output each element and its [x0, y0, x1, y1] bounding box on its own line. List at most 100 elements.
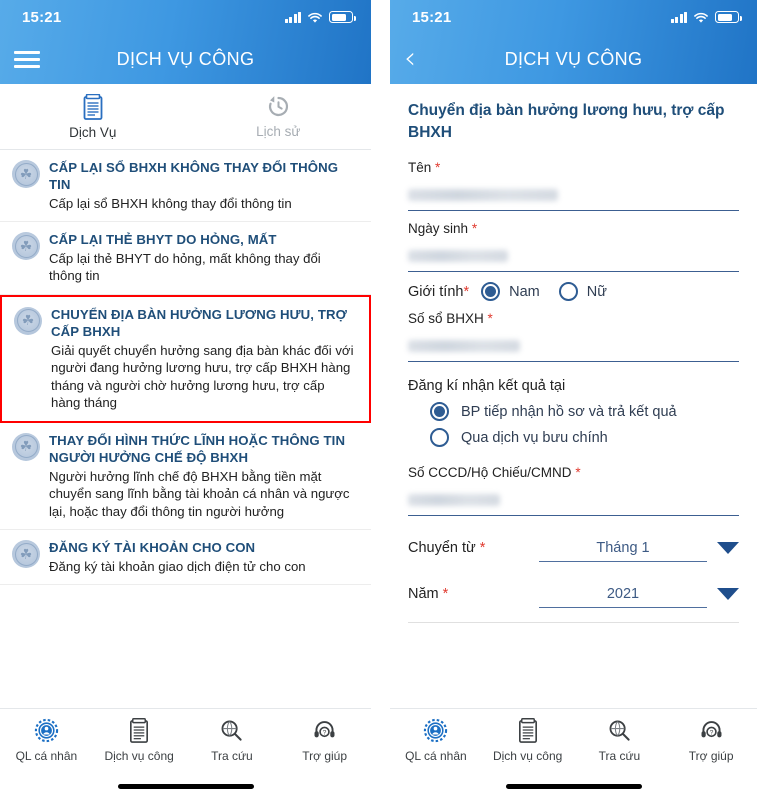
field-so-so-bhxh: Số sổ BHXH * — [408, 311, 739, 362]
field-ten-label: Tên * — [408, 160, 739, 175]
field-ten-label-text: Tên — [408, 160, 432, 175]
list-item[interactable]: ☘ CẤP LẠI THẺ BHYT DO HỎNG, MẤT Cấp lại … — [0, 222, 371, 295]
select-chuyen-tu-value: Tháng 1 — [596, 539, 650, 556]
field-so-cccd-label: Số CCCD/Hộ Chiếu/CMND * — [408, 465, 739, 480]
list-item-text: CẤP LẠI THẺ BHYT DO HỎNG, MẤT Cấp lại th… — [49, 231, 357, 285]
radio-buu-chinh[interactable] — [430, 428, 449, 447]
history-icon — [266, 94, 291, 119]
redacted-value — [408, 249, 508, 262]
personal-account-icon — [34, 718, 59, 743]
bottom-nav-ql-ca-nhan[interactable]: QL cá nhân — [390, 718, 482, 763]
gender-label: Giới tính* — [408, 284, 469, 300]
service-list: ☘ CẤP LẠI SỔ BHXH KHÔNG THAY ĐỔI THÔNG T… — [0, 150, 371, 708]
bottom-nav-tro-giup[interactable]: ? Trợ giúp — [665, 718, 757, 763]
field-so-so-bhxh-label-text: Số sổ BHXH — [408, 311, 484, 326]
bottom-nav-tra-cuu-label: Tra cứu — [211, 749, 253, 763]
bottom-nav-ql-ca-nhan-label: QL cá nhân — [405, 749, 467, 763]
status-bar-icons — [670, 11, 742, 23]
bottom-nav-dich-vu-cong-label: Dịch vụ công — [104, 749, 174, 763]
signal-icon — [670, 11, 687, 23]
radio-option-buu-chinh[interactable]: Qua dịch vụ bưu chính — [430, 428, 739, 447]
redacted-value — [408, 493, 500, 506]
bhxh-seal-icon: ☘ — [12, 540, 40, 569]
wifi-icon — [307, 11, 323, 23]
select-nam-value: 2021 — [606, 585, 640, 602]
bottom-nav-dich-vu-cong[interactable]: Dịch vụ công — [482, 718, 574, 763]
select-chuyen-tu-label-text: Chuyển từ — [408, 540, 476, 556]
list-item-desc: Cấp lại sổ BHXH không thay đổi thông tin — [49, 195, 292, 211]
list-item[interactable]: ☘ CẤP LẠI SỔ BHXH KHÔNG THAY ĐỔI THÔNG T… — [0, 150, 371, 223]
status-bar-clock: 15:21 — [22, 8, 62, 26]
lookup-search-icon — [219, 718, 244, 743]
field-ngay-sinh-label: Ngày sinh * — [408, 221, 739, 236]
bottom-nav-tro-giup[interactable]: ? Trợ giúp — [278, 718, 371, 763]
chevron-down-icon[interactable] — [717, 588, 739, 600]
list-item-highlighted[interactable]: ☘ CHUYỂN ĐỊA BÀN HƯỞNG LƯƠNG HƯU, TRỢ CẤ… — [0, 294, 371, 423]
result-delivery-label: Đăng kí nhận kết quả tại — [408, 378, 566, 394]
headset-help-icon: ? — [312, 718, 337, 743]
right-phone-screen: 15:21 ‹ DỊCH VỤ CÔNG Chuyển địa bàn hưởn… — [390, 0, 757, 800]
radio-bp-tiep-nhan[interactable] — [430, 402, 449, 421]
bottom-nav-tra-cuu[interactable]: Tra cứu — [186, 718, 279, 763]
bottom-nav-tra-cuu[interactable]: Tra cứu — [574, 718, 666, 763]
bottom-nav-right: QL cá nhân Dịch vụ công Tra cứu ? Trợ gi… — [390, 708, 757, 772]
list-item-text: CHUYỂN ĐỊA BÀN HƯỞNG LƯƠNG HƯU, TRỢ CẤP … — [51, 306, 355, 412]
field-ngay-sinh-input[interactable] — [408, 240, 739, 272]
tab-dich-vu-label: Dịch Vụ — [69, 124, 117, 140]
svg-text:?: ? — [323, 730, 327, 737]
bottom-nav-tro-giup-label: Trợ giúp — [688, 749, 734, 763]
bottom-nav-tra-cuu-label: Tra cứu — [598, 749, 641, 763]
bhxh-seal-icon: ☘ — [12, 232, 40, 261]
list-item[interactable]: ☘ THAY ĐỔI HÌNH THỨC LĨNH HOẶC THÔNG TIN… — [0, 423, 371, 531]
home-indicator[interactable] — [505, 783, 642, 789]
required-asterisk: * — [471, 221, 478, 236]
left-nav-left-slot — [14, 47, 58, 72]
bhxh-seal-icon: ☘ — [12, 432, 40, 461]
gender-radio-group: Giới tính* Nam Nữ — [408, 282, 739, 301]
field-so-cccd-input[interactable] — [408, 484, 739, 516]
redacted-value — [408, 188, 558, 201]
form-title: Chuyển địa bàn hưởng lương hưu, trợ cấp … — [408, 102, 725, 141]
field-ten-input[interactable] — [408, 179, 739, 211]
radio-nu-label: Nữ — [586, 283, 607, 300]
tab-lich-su-label: Lịch sử — [256, 124, 301, 139]
list-item-desc: Giải quyết chuyển hưởng sang địa bàn khá… — [51, 342, 354, 411]
list-item-text: THAY ĐỔI HÌNH THỨC LĨNH HOẶC THÔNG TIN N… — [49, 432, 357, 520]
radio-bp-tiep-nhan-label: BP tiếp nhận hồ sơ và trả kết quả — [461, 403, 677, 420]
redacted-value — [408, 339, 520, 352]
radio-nu[interactable] — [558, 282, 578, 301]
radio-nam[interactable] — [481, 282, 501, 301]
list-item[interactable]: ☘ ĐĂNG KÝ TÀI KHOẢN CHO CON Đăng ký tài … — [0, 530, 371, 586]
bhxh-seal-icon: ☘ — [14, 306, 42, 335]
list-item-title: THAY ĐỔI HÌNH THỨC LĨNH HOẶC THÔNG TIN N… — [49, 432, 346, 466]
right-navbar: ‹ DỊCH VỤ CÔNG — [390, 34, 757, 84]
tab-dich-vu[interactable]: Dịch Vụ — [0, 84, 186, 149]
required-asterisk: * — [479, 540, 486, 556]
select-chuyen-tu-box[interactable]: Tháng 1 — [539, 534, 707, 562]
wifi-icon — [693, 11, 709, 23]
bottom-nav-ql-ca-nhan[interactable]: QL cá nhân — [0, 718, 93, 763]
battery-icon — [715, 11, 742, 23]
result-delivery-options: BP tiếp nhận hồ sơ và trả kết quả Qua dị… — [408, 402, 739, 447]
required-asterisk: * — [442, 586, 449, 602]
radio-option-bp-tiep-nhan[interactable]: BP tiếp nhận hồ sơ và trả kết quả — [430, 402, 739, 421]
hamburger-icon[interactable] — [14, 47, 40, 72]
select-nam-box[interactable]: 2021 — [539, 580, 707, 608]
radio-nam-label: Nam — [509, 283, 540, 300]
field-ten: Tên * — [408, 160, 739, 211]
chevron-down-icon[interactable] — [717, 542, 739, 554]
public-service-icon — [128, 718, 150, 743]
left-navbar: DỊCH VỤ CÔNG — [0, 34, 371, 84]
bottom-nav-dich-vu-cong[interactable]: Dịch vụ công — [93, 718, 186, 763]
chevron-left-icon[interactable]: ‹ — [404, 44, 416, 74]
left-phone-screen: 15:21 DỊCH VỤ CÔNG Dịch Vụ Lịch sử ☘ CẤP… — [0, 0, 371, 800]
select-chuyen-tu-label: Chuyển từ * — [408, 540, 485, 556]
home-indicator[interactable] — [117, 783, 254, 789]
select-chuyen-tu-control[interactable]: Tháng 1 — [539, 534, 739, 562]
field-so-so-bhxh-input[interactable] — [408, 330, 739, 362]
tab-lich-su[interactable]: Lịch sử — [186, 84, 372, 149]
required-asterisk: * — [463, 283, 470, 300]
required-asterisk: * — [435, 160, 441, 175]
select-nam-control[interactable]: 2021 — [539, 580, 739, 608]
field-so-so-bhxh-label: Số sổ BHXH * — [408, 311, 739, 326]
